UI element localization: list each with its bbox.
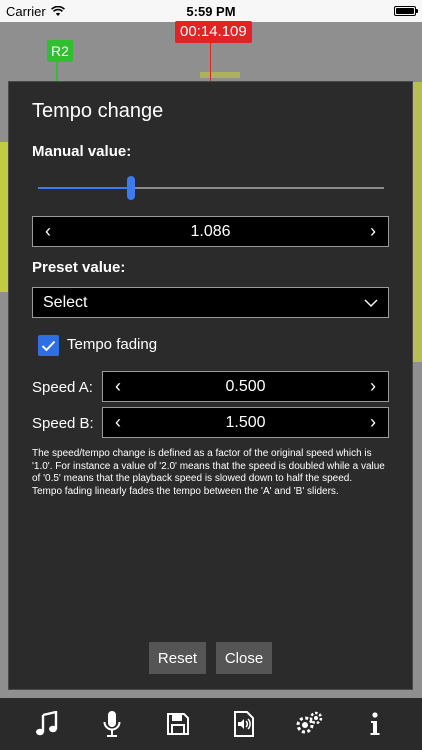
manual-value-label: Manual value: <box>32 143 132 160</box>
bottom-toolbar <box>0 698 422 750</box>
waveform-segment <box>413 82 422 362</box>
help-text-speed: The speed/tempo change is defined as a f… <box>32 448 385 484</box>
marker-label[interactable]: R2 <box>47 40 73 62</box>
decrement-icon[interactable]: ‹ <box>33 221 63 242</box>
help-text-fading: Tempo fading linearly fades the tempo be… <box>32 485 339 497</box>
info-icon[interactable] <box>360 709 390 739</box>
preset-selected: Select <box>43 293 88 311</box>
status-time: 5:59 PM <box>186 3 236 19</box>
speed-a-stepper[interactable]: ‹ 0.500 › <box>102 371 389 402</box>
status-bar: Carrier 5:59 PM <box>0 0 422 22</box>
tempo-dialog: Tempo change Manual value: ‹ 1.086 › Pre… <box>8 81 413 690</box>
increment-icon[interactable]: › <box>358 221 388 242</box>
waveform-segment <box>200 72 240 78</box>
music-icon[interactable] <box>32 709 62 739</box>
marker-line <box>56 62 58 82</box>
microphone-icon[interactable] <box>97 709 127 739</box>
increment-icon[interactable]: › <box>358 412 388 433</box>
carrier-label: Carrier <box>6 3 46 19</box>
speed-a-label: Speed A: <box>32 379 93 396</box>
help-text: The speed/tempo change is defined as a f… <box>32 448 392 498</box>
audio-file-icon[interactable] <box>229 709 259 739</box>
status-left: Carrier <box>6 4 146 19</box>
manual-value-stepper[interactable]: ‹ 1.086 › <box>32 216 389 247</box>
slider-thumb[interactable] <box>127 176 135 200</box>
close-button[interactable]: Close <box>216 642 272 674</box>
speed-a-value: 0.500 <box>225 377 266 395</box>
check-icon <box>41 340 56 351</box>
wifi-icon <box>50 5 65 16</box>
speed-b-value: 1.500 <box>225 413 266 431</box>
decrement-icon[interactable]: ‹ <box>103 376 133 397</box>
status-right <box>276 6 418 16</box>
increment-icon[interactable]: › <box>358 376 388 397</box>
save-icon[interactable] <box>163 709 193 739</box>
decrement-icon[interactable]: ‹ <box>103 412 133 433</box>
chevron-down-icon <box>364 299 378 307</box>
speed-b-label: Speed B: <box>32 415 94 432</box>
manual-value: 1.086 <box>190 222 231 240</box>
battery-fill <box>396 8 414 14</box>
preset-value-label: Preset value: <box>32 259 126 276</box>
preset-select[interactable]: Select <box>32 287 389 318</box>
tempo-fading-checkbox[interactable] <box>38 335 59 356</box>
playhead-time: 00:14.109 <box>175 21 252 43</box>
manual-value-slider[interactable] <box>38 176 384 200</box>
reset-button[interactable]: Reset <box>149 642 206 674</box>
waveform-segment <box>0 142 8 292</box>
tempo-fading-label[interactable]: Tempo fading <box>67 336 157 353</box>
dialog-title: Tempo change <box>32 100 164 122</box>
settings-icon[interactable] <box>294 709 324 739</box>
battery-icon <box>394 6 418 16</box>
speed-b-stepper[interactable]: ‹ 1.500 › <box>102 407 389 438</box>
slider-fill <box>38 187 131 189</box>
playhead-line <box>210 43 211 83</box>
